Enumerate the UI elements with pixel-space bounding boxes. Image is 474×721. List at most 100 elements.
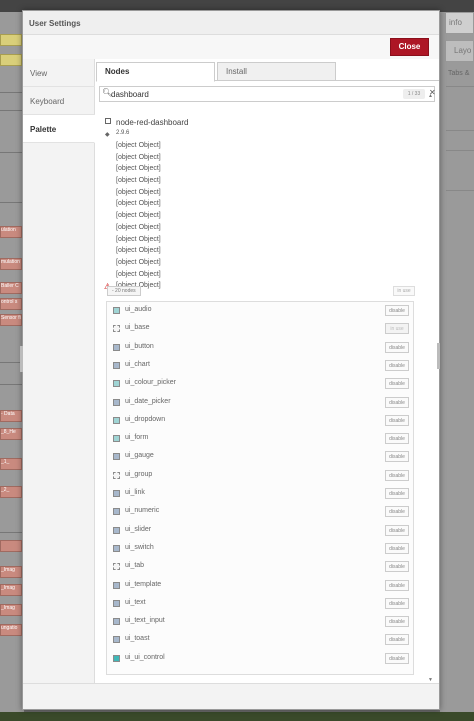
disable-button[interactable]: disable — [385, 561, 409, 573]
disable-button[interactable]: disable — [385, 488, 409, 499]
user-settings-dialog: User Settings Close View Keyboard Palett… — [22, 10, 440, 710]
node-row-ui-switch: ui_switch disable — [107, 540, 413, 558]
background-flow-node — [0, 34, 22, 46]
disable-button[interactable]: disable — [385, 652, 409, 664]
in-use-button[interactable]: in use — [385, 323, 409, 335]
node-label: ui_audio — [125, 306, 152, 313]
node-row-ui-form: ui_form disable — [107, 430, 413, 448]
package-info-text: [object Object] — [116, 153, 161, 161]
disable-button[interactable]: disable — [385, 414, 409, 426]
node-color-swatch — [113, 508, 120, 516]
disable-button[interactable]: disable — [385, 524, 409, 536]
package-info-text: [object Object] — [116, 270, 161, 278]
background-flow-node — [0, 54, 22, 66]
package-info-line: [object Object] — [96, 224, 436, 236]
scroll-up-icon[interactable]: ▲ — [428, 93, 433, 99]
palette-panel: Nodes Install 🔍︎ 1 / 33 ✕ node-red-dashb… — [96, 59, 439, 683]
tab-install[interactable]: Install — [217, 62, 336, 81]
search-input[interactable] — [111, 88, 391, 100]
node-color-swatch — [113, 490, 120, 497]
node-color-swatch — [113, 453, 120, 461]
node-row-ui-colour-picker: ui_colour_picker disable — [107, 375, 413, 393]
background-flow-node: _Imag — [0, 604, 22, 616]
package-info-text: [object Object] — [116, 188, 161, 196]
search-box: 🔍︎ 1 / 33 ✕ — [99, 86, 436, 102]
info-tab-background: info — [445, 12, 474, 34]
node-label: ui_group — [125, 470, 153, 478]
disable-button[interactable]: disable — [385, 396, 409, 408]
node-label: ui_switch — [125, 543, 154, 551]
sidebar-item-palette[interactable]: Palette — [23, 115, 95, 143]
scrollbar[interactable]: ▲ ▼ — [428, 93, 436, 685]
palette-tabs: Nodes Install — [96, 59, 439, 82]
node-color-swatch — [113, 471, 120, 479]
disable-button[interactable]: disable — [385, 542, 409, 554]
disable-button[interactable]: disable — [385, 433, 409, 445]
node-color-swatch — [113, 307, 120, 314]
wire — [0, 152, 24, 153]
node-label: ui_date_picker — [125, 397, 171, 405]
disable-button[interactable]: disable — [385, 506, 409, 518]
toggle-nodes-button[interactable]: - 20 nodes — [107, 286, 141, 296]
background-flow-node: - Data — [0, 410, 22, 422]
node-row-ui-text-input: ui_text_input disable — [107, 613, 413, 631]
background-flow-node: _Imag — [0, 566, 22, 578]
disable-button[interactable]: disable — [385, 634, 409, 646]
resize-handle[interactable] — [20, 346, 23, 372]
node-color-swatch — [113, 398, 120, 406]
sidebar-divider — [446, 86, 474, 87]
package-entry: node-red-dashboard ◆ 2.9.6 [object Objec… — [96, 108, 436, 683]
node-label: ui_link — [125, 489, 145, 496]
disable-button[interactable]: disable — [385, 341, 409, 353]
package-info-text: [object Object] — [116, 200, 161, 208]
node-color-swatch — [113, 380, 120, 388]
package-info-text: [object Object] — [116, 165, 161, 173]
package-info-line: [object Object] — [96, 154, 436, 166]
package-info-list: [object Object] [object Object] [object Ob… — [96, 142, 436, 294]
sidebar-divider — [446, 130, 474, 131]
sidebar-item-keyboard[interactable]: Keyboard — [23, 87, 95, 115]
node-color-swatch — [113, 618, 120, 626]
disable-button[interactable]: disable — [385, 616, 409, 628]
node-label: ui_dropdown — [125, 415, 166, 423]
node-row-ui-dropdown: ui_dropdown disable — [107, 412, 413, 430]
node-color-swatch — [113, 563, 120, 571]
disable-button[interactable]: disable — [385, 597, 409, 609]
disable-button[interactable]: disable — [385, 451, 409, 463]
node-row-ui-group: ui_group disable — [107, 467, 413, 485]
background-flow-node: Sensor fil — [0, 314, 22, 326]
node-row-ui-text: ui_text disable — [107, 595, 413, 613]
disable-button[interactable]: disable — [385, 378, 409, 390]
disable-button[interactable]: disable — [385, 305, 409, 316]
node-row-ui-gauge: ui_gauge disable — [107, 448, 413, 466]
package-name: node-red-dashboard — [116, 118, 189, 127]
resize-handle[interactable] — [437, 343, 440, 369]
dialog-title: User Settings — [29, 19, 81, 28]
package-info-line: [object Object] — [96, 259, 436, 271]
node-label: ui_base — [125, 324, 150, 332]
node-row-ui-template: ui_template disable — [107, 577, 413, 595]
background-flow-node: Baller C — [0, 282, 22, 294]
node-row-ui-slider: ui_slider disable — [107, 522, 413, 540]
tab-nodes[interactable]: Nodes — [96, 62, 215, 82]
node-row-ui-button: ui_button disable — [107, 339, 413, 357]
node-row-ui-link: ui_link disable — [107, 485, 413, 503]
layout-tab-background: Layo — [445, 40, 474, 62]
sidebar-item-view[interactable]: View — [23, 59, 95, 87]
close-button[interactable]: Close — [390, 38, 429, 56]
sidebar-divider — [446, 150, 474, 151]
node-row-ui-numeric: ui_numeric disable — [107, 503, 413, 521]
wire — [0, 202, 24, 203]
package-icon — [105, 118, 111, 124]
dialog-footer — [23, 683, 439, 709]
disable-button[interactable]: disable — [385, 359, 409, 371]
wire — [0, 532, 24, 533]
node-row-ui-chart: ui_chart disable — [107, 357, 413, 375]
package-info-text: [object Object] — [116, 142, 161, 149]
disable-button[interactable]: disable — [385, 469, 409, 481]
disable-button[interactable]: disable — [385, 579, 409, 591]
node-row-ui-date-picker: ui_date_picker disable — [107, 394, 413, 412]
node-color-swatch — [113, 599, 120, 607]
background-flow-node: mulation — [0, 258, 22, 270]
package-info-text: [object Object] — [116, 235, 161, 243]
